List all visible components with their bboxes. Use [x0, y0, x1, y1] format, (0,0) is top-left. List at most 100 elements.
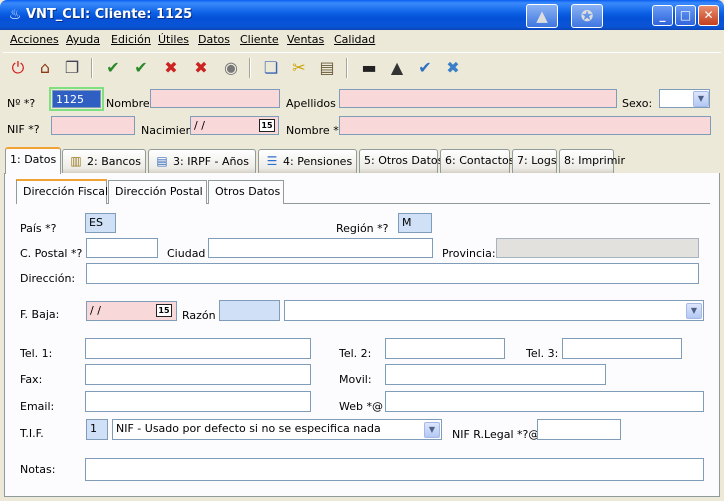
menu-cliente[interactable]: Cliente [240, 33, 279, 46]
menu-edicion[interactable]: Edición [111, 33, 151, 46]
menu-calidad[interactable]: Calidad [334, 33, 375, 46]
razon-select[interactable] [284, 300, 704, 321]
stack-delete-icon[interactable]: ✖ [159, 56, 183, 80]
email-field[interactable] [85, 391, 311, 412]
movil-field[interactable] [385, 364, 606, 385]
num-label: Nº *? [7, 97, 36, 110]
direccion-label: Dirección: [20, 272, 76, 285]
cancel-icon[interactable]: ✖ [441, 56, 465, 80]
alert-icon[interactable]: ▲ [526, 4, 558, 28]
tel2-field[interactable] [385, 338, 505, 359]
tif-select[interactable]: NIF - Usado por defecto si no se especif… [112, 419, 442, 440]
cut-icon[interactable]: ✂ [287, 56, 311, 80]
notas-field[interactable] [85, 458, 704, 481]
tel3-label: Tel. 3: [526, 347, 559, 360]
menu-ayuda[interactable]: Ayuda [66, 33, 100, 46]
num-field[interactable]: 1125 [49, 87, 104, 111]
checkmark-icon[interactable]: ✔ [413, 56, 437, 80]
apellidos-field[interactable] [339, 89, 617, 108]
minimize-button[interactable]: _ [652, 5, 673, 26]
direccion-field[interactable] [86, 263, 699, 284]
menu-bar: Acciones Ayuda Edición Útiles Datos Clie… [3, 31, 721, 50]
title-bar[interactable]: ♨ VNT_CLI: Cliente: 1125 ▲ ✪ _ □ ✕ [0, 0, 724, 30]
menu-utiles[interactable]: Útiles [158, 33, 189, 46]
minus-icon[interactable]: ▬ [357, 56, 381, 80]
tab-pensiones[interactable]: ☰ 4: Pensiones [258, 149, 357, 173]
app-icon: ♨ [8, 7, 22, 23]
home-icon[interactable]: ⌂ [33, 56, 57, 80]
notas-label: Notas: [20, 463, 56, 476]
stack-delete-red-icon[interactable]: ✖ [189, 56, 213, 80]
ciudad-field[interactable] [208, 238, 433, 258]
nombre2-field[interactable] [339, 116, 711, 135]
paste-icon[interactable]: ▤ [315, 56, 339, 80]
nif-field[interactable] [51, 116, 135, 135]
menu-ventas[interactable]: Ventas [287, 33, 324, 46]
razon-dropdown-icon[interactable]: ▼ [686, 303, 702, 319]
copy-icon[interactable]: ❏ [259, 56, 283, 80]
subtab-direccion-postal[interactable]: Dirección Postal [108, 180, 207, 204]
tif-code-field[interactable]: 1 [86, 419, 108, 440]
power-icon[interactable]: ⏻ [6, 56, 30, 80]
nacimiento-calendar-icon[interactable]: 15 [259, 119, 275, 132]
tab-contactos[interactable]: 6: Contactos [440, 149, 514, 173]
window-title: VNT_CLI: Cliente: 1125 [26, 7, 193, 22]
apellidos-label: Apellidos [286, 97, 336, 110]
fax-field[interactable] [85, 364, 311, 385]
bank-icon: ▥ [70, 154, 82, 168]
tif-label: T.I.F. [20, 427, 44, 440]
fbaja-calendar-icon[interactable]: 15 [156, 304, 172, 317]
fax-label: Fax: [20, 373, 43, 386]
windows-icon[interactable]: ❐ [60, 56, 84, 80]
region-label: Región *? [336, 222, 389, 235]
stack-gray-icon[interactable]: ◉ [219, 56, 243, 80]
subtab-direccion-fiscal[interactable]: Dirección Fiscal [16, 179, 108, 204]
pais-label: País *? [20, 222, 57, 235]
menu-acciones[interactable]: Acciones [10, 33, 59, 46]
sexo-dropdown-icon[interactable]: ▼ [693, 91, 709, 107]
tab-bancos[interactable]: ▥ 2: Bancos [62, 149, 146, 173]
razon-code-field[interactable] [219, 300, 280, 321]
cpostal-label: C. Postal *? [20, 247, 83, 260]
nif-label: NIF *? [7, 123, 40, 136]
sexo-label: Sexo: [622, 97, 653, 110]
menu-datos[interactable]: Datos [198, 33, 230, 46]
provincia-label: Provincia: [442, 247, 496, 260]
stack-check-red-icon[interactable]: ✔ [129, 56, 153, 80]
web-field[interactable] [385, 391, 704, 412]
nif-legal-label: NIF R.Legal *?@ [452, 428, 540, 441]
triangle-up-icon[interactable]: ▲ [385, 56, 409, 80]
razon-label: Razón [182, 309, 216, 322]
movil-label: Movil: [339, 373, 372, 386]
tab-datos[interactable]: 1: Datos [5, 147, 61, 174]
close-button[interactable]: ✕ [698, 5, 719, 26]
email-label: Email: [20, 400, 55, 413]
tel2-label: Tel. 2: [339, 347, 372, 360]
tel3-field[interactable] [562, 338, 682, 359]
subtab-otros-datos[interactable]: Otros Datos [208, 180, 284, 204]
tab-otros-datos[interactable]: 5: Otros Datos [359, 149, 443, 173]
ciudad-label: Ciudad [167, 247, 206, 260]
list-icon: ☰ [266, 154, 278, 168]
document-icon: ▤ [156, 154, 168, 168]
cpostal-field[interactable] [86, 238, 158, 258]
web-label: Web *@ [339, 400, 383, 413]
provincia-field [496, 238, 699, 258]
tel1-field[interactable] [85, 338, 311, 359]
maximize-button[interactable]: □ [675, 5, 696, 26]
stack-check-icon[interactable]: ✔ [101, 56, 125, 80]
nombre-field[interactable] [150, 89, 280, 108]
pais-field[interactable]: ES [85, 213, 116, 233]
tab-irpf[interactable]: ▤ 3: IRPF - Años [148, 149, 256, 173]
toolbar: ⏻ ⌂ ❐ ✔ ✔ ✖ ✖ ◉ ❏ ✂ ▤ ▬ ▲ ✔ ✖ [3, 52, 721, 82]
nombre-label: Nombre [106, 97, 150, 110]
region-field[interactable]: M [398, 213, 432, 233]
satellite-icon[interactable]: ✪ [571, 4, 603, 28]
nacimiento-label: Nacimien. [141, 124, 197, 137]
tab-logs[interactable]: 7: Logs [512, 149, 557, 173]
tab-imprimir[interactable]: 8: Imprimir [559, 149, 625, 173]
nombre2-label: Nombre *? [286, 124, 345, 137]
nif-legal-field[interactable] [537, 419, 621, 440]
tif-dropdown-icon[interactable]: ▼ [424, 422, 440, 438]
tel1-label: Tel. 1: [20, 347, 53, 360]
